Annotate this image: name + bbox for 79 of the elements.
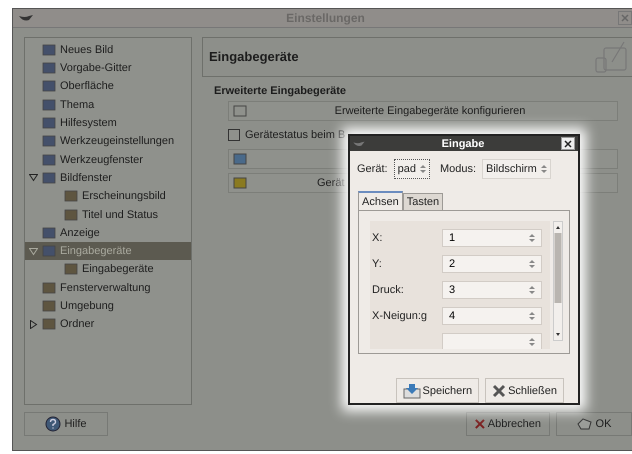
tree-item[interactable]: Vorgabe-Gitter [25, 58, 191, 78]
axis-spinbox[interactable]: 3 [442, 281, 542, 299]
tree-item[interactable]: Neues Bild [25, 40, 191, 59]
tree-item[interactable]: Oberfläche [25, 77, 191, 96]
close-dialog-button[interactable]: Schließen [485, 378, 564, 403]
tree-item[interactable]: Anzeige [25, 224, 191, 242]
image-icon [42, 226, 56, 239]
image-icon [42, 318, 56, 330]
device-label: Gerät: [357, 163, 388, 175]
tree-item[interactable]: Ordner [25, 315, 191, 334]
scrollbar[interactable] [553, 221, 563, 341]
spin-arrows-icon[interactable] [420, 164, 426, 174]
device-select[interactable]: pad [394, 159, 430, 179]
tab[interactable]: Achsen [358, 191, 403, 210]
image-icon [42, 98, 56, 111]
image-icon [64, 190, 78, 202]
dialog-title: Eingabe [440, 138, 486, 150]
action-button[interactable]: Erweiterte Eingabegeräte konfigurieren [228, 100, 618, 121]
axis-label: Y: [371, 258, 383, 270]
device-icon [233, 176, 247, 190]
axis-spinbox[interactable]: 4 [442, 307, 542, 325]
axis-label: X-Neigun:g [371, 310, 428, 322]
axis-label: X: [371, 232, 384, 244]
help-button[interactable]: Hilfe [24, 412, 108, 436]
close-button[interactable] [561, 137, 575, 150]
close-icon [621, 14, 629, 22]
tree-item[interactable]: Titel und Status [25, 205, 191, 224]
cross-icon [475, 418, 485, 430]
collapsed-triangle-icon[interactable] [29, 320, 38, 329]
tree-item[interactable]: Hilfesystem [25, 114, 191, 132]
checkbox[interactable] [228, 128, 240, 141]
spin-arrows-icon[interactable] [540, 164, 547, 174]
tree-item[interactable]: Werkzeugfenster [25, 150, 191, 169]
image-icon [64, 208, 78, 220]
close-icon [564, 140, 572, 148]
tree-item[interactable]: Eingabegeräte [25, 260, 191, 279]
tree-item[interactable]: Eingabegeräte [25, 242, 191, 260]
image-icon [42, 117, 56, 130]
spin-arrows-icon[interactable] [529, 259, 535, 269]
expanded-triangle-icon[interactable] [29, 173, 38, 182]
image-icon [42, 154, 56, 166]
expanded-triangle-icon[interactable] [29, 246, 38, 256]
cancel-button[interactable]: Abbrechen [466, 412, 550, 436]
spin-arrows-icon[interactable] [529, 311, 535, 321]
tree-item[interactable]: Werkzeugeinstellungen [25, 132, 191, 150]
tree-item[interactable]: Umgebung [25, 296, 191, 316]
image-icon [42, 44, 56, 56]
image-icon [42, 245, 56, 258]
save-button[interactable]: Speichern [396, 378, 480, 403]
checkbox-label: Gerätestatus beim B [245, 128, 346, 141]
help-icon [45, 416, 62, 432]
device-icon [233, 152, 247, 166]
tree-item[interactable]: Thema [25, 96, 191, 114]
mode-label: Modus: [440, 163, 476, 175]
image-icon [42, 80, 56, 92]
image-icon [42, 282, 56, 294]
ok-button[interactable]: OK [556, 412, 632, 436]
axis-spinbox[interactable]: 1 [442, 229, 542, 247]
spin-arrows-icon[interactable] [529, 337, 535, 347]
image-icon [64, 263, 78, 276]
device-icon [233, 104, 247, 118]
section-title: Erweiterte Eingabegeräte [213, 84, 348, 97]
tree-item[interactable]: Bildfenster [25, 168, 191, 188]
cross-icon [492, 384, 506, 398]
page-title: Eingabegeräte [209, 49, 299, 64]
image-icon [42, 62, 56, 74]
axis-spinbox[interactable]: 2 [442, 255, 542, 273]
image-icon [42, 172, 56, 184]
image-icon [42, 135, 56, 148]
tree-item[interactable]: Fensterverwaltung [25, 278, 191, 297]
save-icon [402, 382, 421, 398]
tab[interactable]: Tasten [402, 193, 444, 210]
tablet-pen-icon [594, 40, 628, 74]
spin-arrows-icon[interactable] [529, 285, 535, 295]
tree-item[interactable]: Erscheinungsbild [25, 187, 191, 206]
axis-label: Druck: [371, 284, 405, 296]
mode-select[interactable]: Bildschirm [482, 159, 551, 179]
image-icon [42, 300, 56, 312]
spin-arrows-icon[interactable] [529, 233, 535, 243]
